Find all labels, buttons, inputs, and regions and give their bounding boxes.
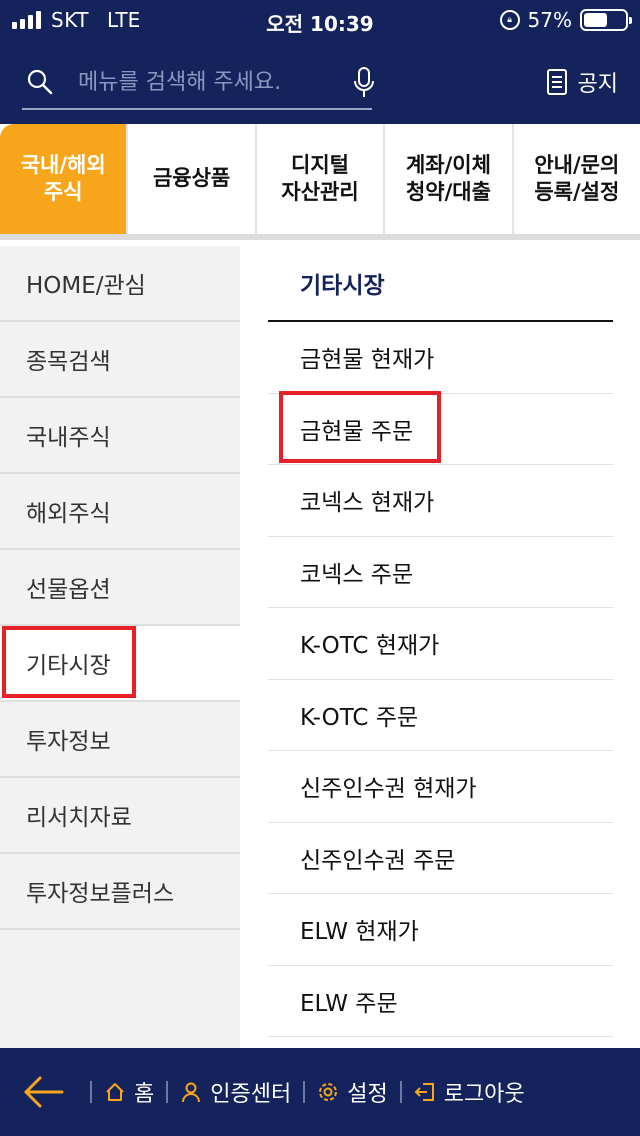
- tab-label: 청약/대출: [405, 180, 491, 204]
- divider: [90, 1081, 92, 1103]
- home-button[interactable]: 홈: [104, 1076, 154, 1108]
- auth-center-button[interactable]: 인증센터: [180, 1076, 291, 1108]
- battery-icon: [580, 9, 632, 31]
- logout-label: 로그아웃: [443, 1082, 525, 1107]
- tab-label: 등록/설정: [534, 180, 620, 204]
- sub-item-gold-price[interactable]: 금현물 현재가: [268, 322, 613, 394]
- tab-label: 자산관리: [281, 180, 359, 204]
- search-input[interactable]: [78, 66, 308, 98]
- tab-financial-products[interactable]: 금융상품: [128, 124, 257, 234]
- highlight-box-side: [2, 626, 136, 698]
- gear-icon: [319, 1083, 338, 1101]
- home-label: 홈: [134, 1082, 155, 1107]
- side-item-investment-info[interactable]: 투자정보: [0, 702, 240, 778]
- notice-button[interactable]: 공지: [546, 66, 618, 98]
- side-item-stock-search[interactable]: 종목검색: [0, 322, 240, 398]
- side-item-research[interactable]: 리서치자료: [0, 778, 240, 854]
- category-tabs: 국내/해외주식 금융상품 디지털자산관리 계좌/이체청약/대출 안내/문의등록/…: [0, 124, 640, 240]
- sub-item-warrant-price[interactable]: 신주인수권 현재가: [268, 751, 613, 823]
- sub-item-kotc-order[interactable]: K-OTC 주문: [268, 680, 613, 751]
- tab-label: 안내/문의: [534, 152, 620, 177]
- tab-domestic-overseas-stock[interactable]: 국내/해외주식: [0, 124, 129, 234]
- notice-label: 공지: [577, 72, 618, 97]
- side-item-home[interactable]: HOME/관심: [0, 246, 240, 322]
- side-item-investment-info-plus[interactable]: 투자정보플러스: [0, 854, 240, 930]
- mic-icon[interactable]: [352, 66, 376, 100]
- battery-percent: 57%: [527, 8, 572, 32]
- top-header: SKT LTE 오전 10:39 🔒︎ 57% 공지: [0, 0, 640, 124]
- highlight-box-sub: [279, 391, 441, 463]
- divider: [166, 1081, 169, 1103]
- sub-item-warrant-order[interactable]: 신주인수권 주문: [268, 823, 613, 894]
- side-item-domestic-stock[interactable]: 국내주식: [0, 398, 240, 474]
- side-item-futures-options[interactable]: 선물옵션: [0, 550, 240, 626]
- logout-icon: [414, 1083, 434, 1101]
- sub-item-elw-order[interactable]: ELW 주문: [268, 966, 613, 1037]
- tab-label: 계좌/이체: [405, 152, 491, 177]
- tab-digital-asset[interactable]: 디지털자산관리: [257, 124, 386, 234]
- sub-item-elw-price[interactable]: ELW 현재가: [268, 894, 613, 966]
- settings-button[interactable]: 설정: [317, 1076, 388, 1108]
- divider: [399, 1081, 402, 1103]
- auth-center-label: 인증센터: [210, 1082, 292, 1107]
- logout-button[interactable]: 로그아웃: [414, 1076, 525, 1108]
- back-arrow-icon[interactable]: [18, 1072, 78, 1112]
- sub-item-konex-order[interactable]: 코넥스 주문: [268, 537, 613, 608]
- side-item-overseas-stock[interactable]: 해외주식: [0, 474, 240, 550]
- tab-label: 디지털: [291, 152, 349, 177]
- tab-guide-settings[interactable]: 안내/문의등록/설정: [514, 124, 640, 234]
- sub-menu-title: 기타시장: [268, 246, 613, 322]
- search-bar[interactable]: [22, 60, 374, 110]
- person-icon: [182, 1082, 201, 1103]
- settings-label: 설정: [347, 1082, 388, 1107]
- tab-label: 국내/해외: [20, 152, 106, 177]
- sub-item-kotc-price[interactable]: K-OTC 현재가: [268, 608, 613, 680]
- notice-icon: [546, 69, 567, 95]
- divider: [303, 1081, 306, 1103]
- tab-label: 주식: [43, 180, 83, 204]
- lock-rotation-icon: 🔒︎: [499, 10, 520, 30]
- home-icon: [106, 1083, 124, 1101]
- bottom-bar: 홈 인증센터 설정 로그아웃: [0, 1048, 640, 1136]
- tab-label: 금융상품: [152, 166, 231, 191]
- status-bar: SKT LTE 오전 10:39 🔒︎ 57%: [0, 0, 640, 40]
- sub-menu: 기타시장 금현물 현재가 금현물 주문 코넥스 현재가 코넥스 주문 K-OTC…: [268, 246, 613, 1037]
- search-icon[interactable]: [26, 68, 54, 96]
- tab-account-transfer[interactable]: 계좌/이체청약/대출: [385, 124, 514, 234]
- sub-item-konex-price[interactable]: 코넥스 현재가: [268, 465, 613, 537]
